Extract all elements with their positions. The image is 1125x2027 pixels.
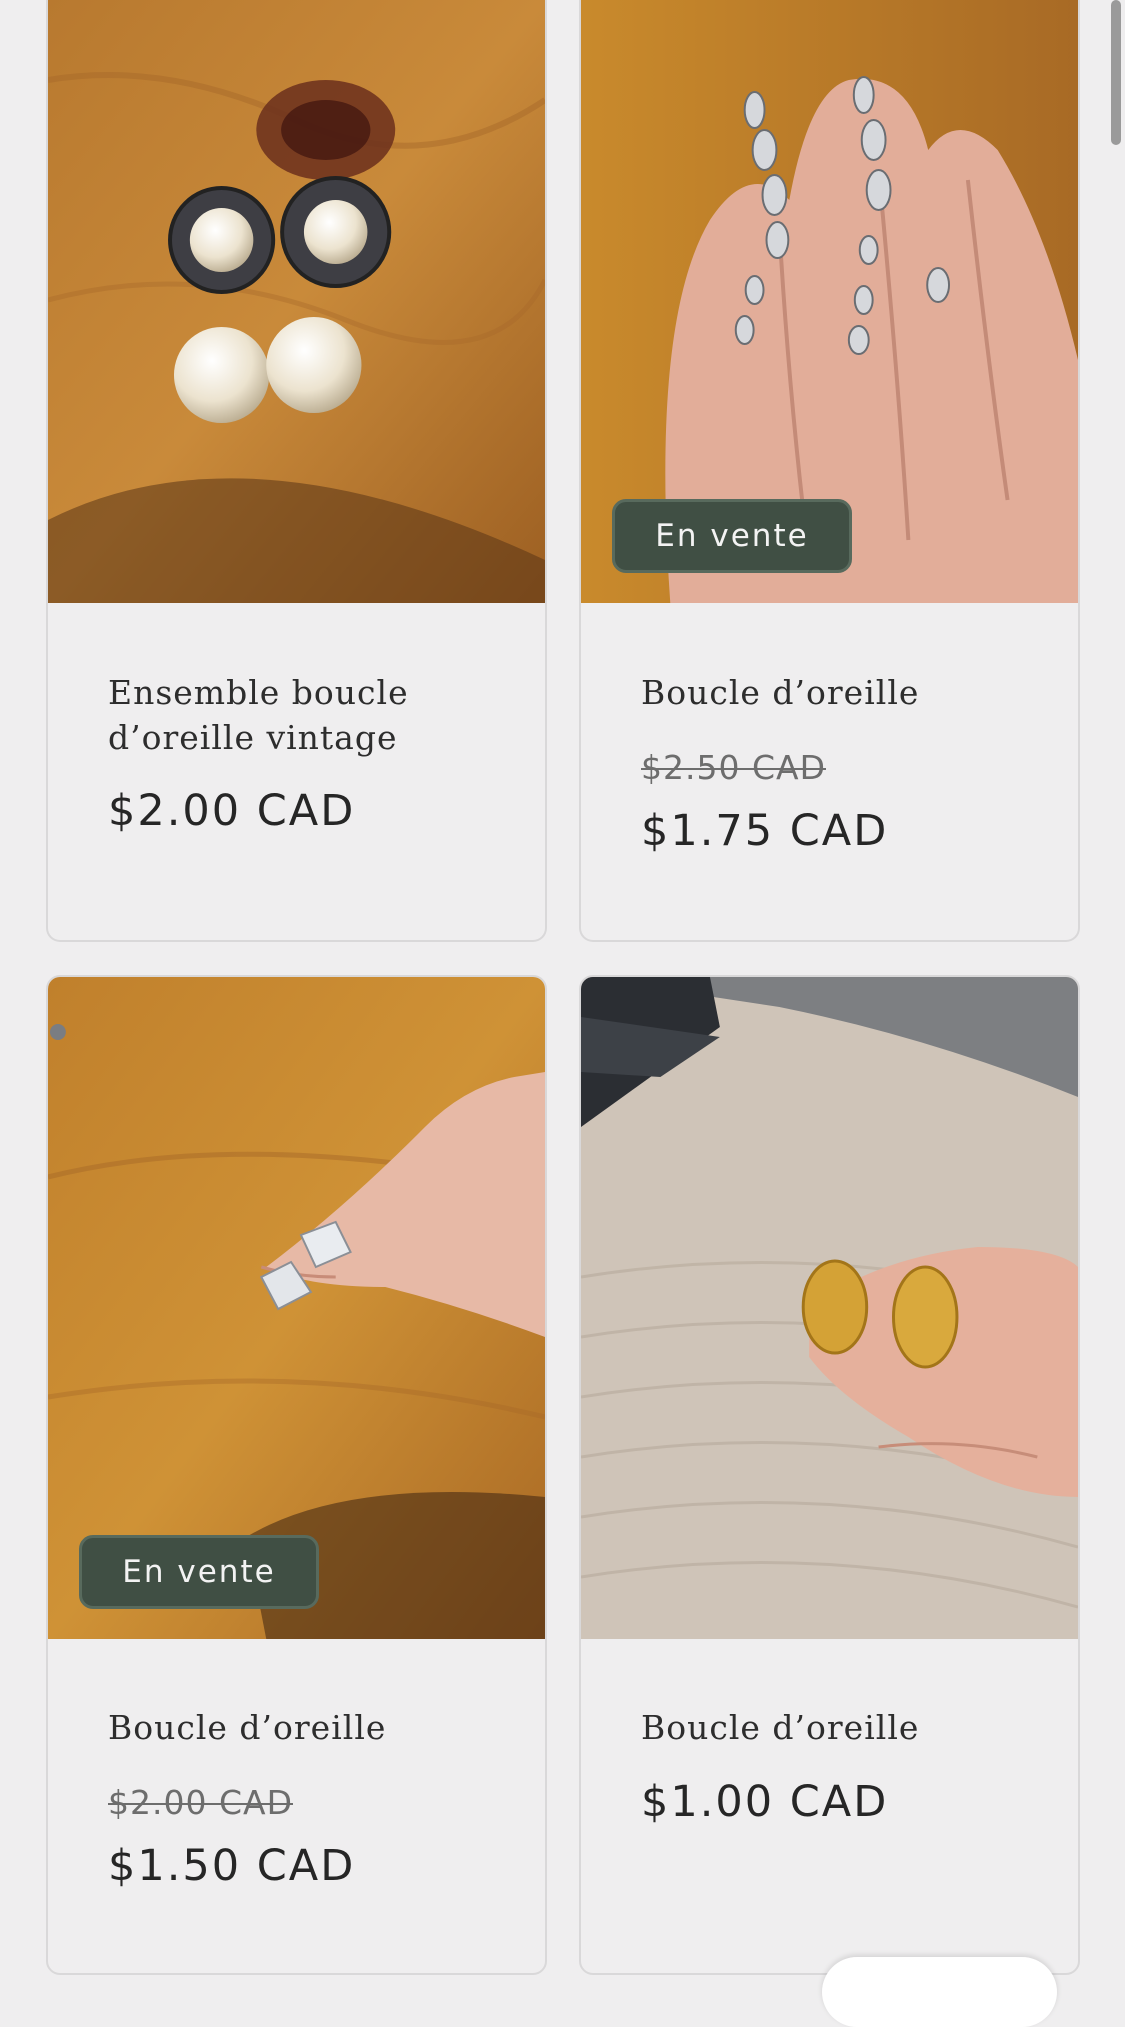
- compare-at-price: $2.50 CAD: [641, 748, 826, 787]
- product-price: $1.75 CAD: [641, 806, 889, 856]
- product-card[interactable]: En vente Boucle d’oreille $2.00 CAD $1.5…: [46, 975, 547, 1975]
- sale-badge: En vente: [612, 499, 852, 573]
- sale-badge: En vente: [79, 1535, 319, 1609]
- product-title[interactable]: Boucle d’oreille: [108, 1705, 505, 1750]
- product-price: $2.00 CAD: [108, 786, 356, 836]
- pearl-earrings-photo: [48, 0, 545, 603]
- product-price: $1.00 CAD: [641, 1777, 889, 1827]
- gold-oval-earrings-photo: [581, 977, 1078, 1639]
- product-image[interactable]: [581, 977, 1078, 1639]
- compare-at-price: $2.00 CAD: [108, 1783, 293, 1822]
- product-card[interactable]: Boucle d’oreille $1.00 CAD: [579, 975, 1080, 1975]
- product-title[interactable]: Ensemble boucle d’oreille vintage: [108, 670, 505, 760]
- product-card[interactable]: Ensemble boucle d’oreille vintage $2.00 …: [46, 0, 547, 942]
- product-title[interactable]: Boucle d’oreille: [641, 670, 1038, 715]
- product-price: $1.50 CAD: [108, 1841, 356, 1891]
- product-image[interactable]: [48, 0, 545, 603]
- product-card[interactable]: En vente Boucle d’oreille $2.50 CAD $1.7…: [579, 0, 1080, 942]
- chat-widget-button[interactable]: [822, 1957, 1057, 2027]
- product-title[interactable]: Boucle d’oreille: [641, 1705, 1038, 1750]
- page-scrollbar[interactable]: [1111, 0, 1121, 145]
